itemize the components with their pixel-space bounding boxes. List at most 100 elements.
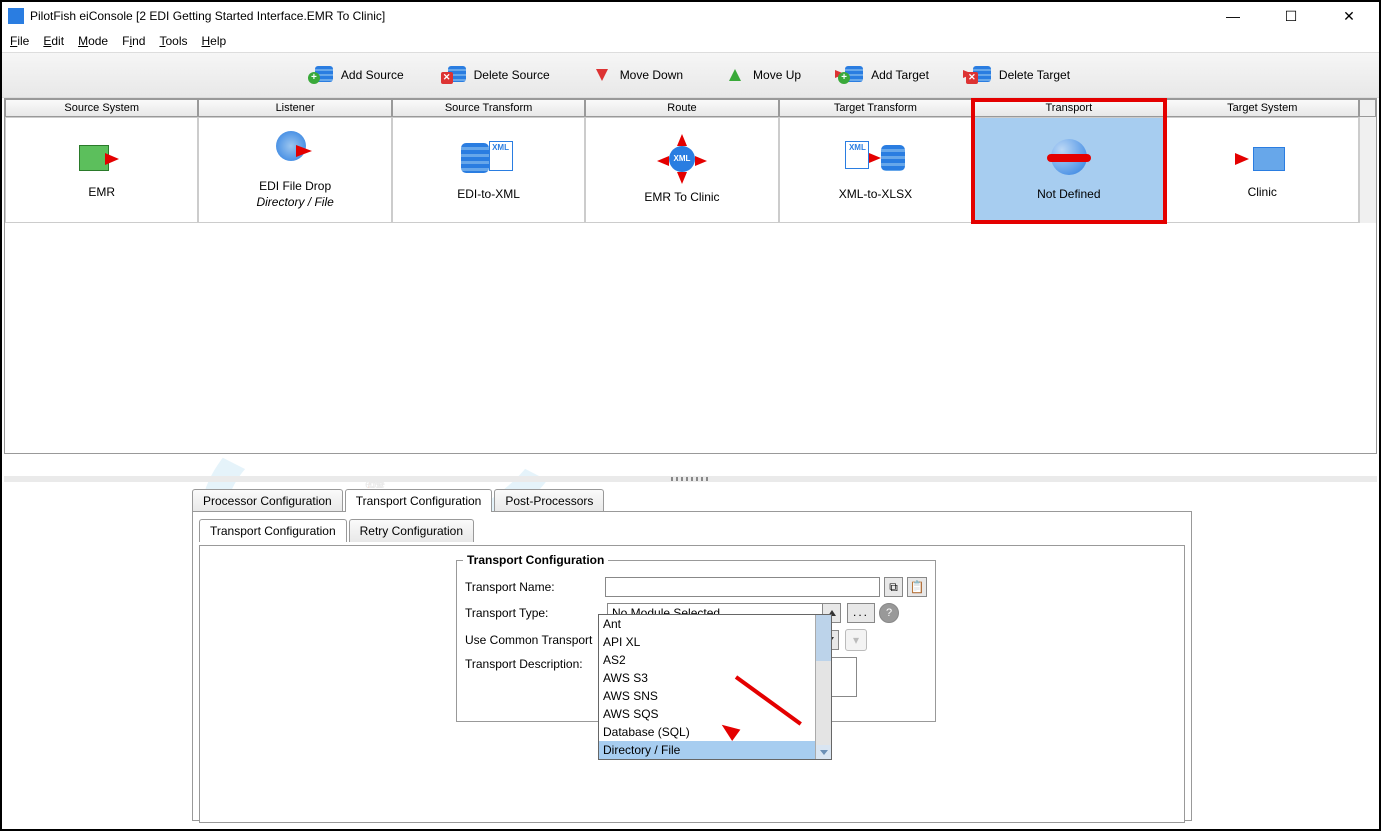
dropdown-item-aws-s3[interactable]: AWS S3 bbox=[599, 669, 815, 687]
delete-target-button[interactable]: ✕ Delete Target bbox=[963, 62, 1076, 88]
stage-row: EMR EDI File Drop Directory / File XML E… bbox=[5, 117, 1376, 223]
stage-headers: Source System Listener Source Transform … bbox=[5, 99, 1376, 117]
stage-header-listener[interactable]: Listener bbox=[198, 99, 391, 117]
stage-header-target-system[interactable]: Target System bbox=[1166, 99, 1359, 117]
add-source-label: Add Source bbox=[341, 68, 404, 82]
menu-edit[interactable]: Edit bbox=[43, 34, 64, 48]
scroll-gutter-top bbox=[1359, 99, 1376, 117]
chevron-down-icon: ▾ bbox=[853, 633, 859, 647]
stage-target-system[interactable]: Clinic bbox=[1166, 117, 1359, 223]
tab-post-processors[interactable]: Post-Processors bbox=[494, 489, 604, 512]
subtab-retry-config[interactable]: Retry Configuration bbox=[349, 519, 474, 542]
stage-header-source-system[interactable]: Source System bbox=[5, 99, 198, 117]
stage-header-route[interactable]: Route bbox=[585, 99, 778, 117]
scrollbar-down-button[interactable] bbox=[816, 745, 831, 759]
top-tab-row: Processor Configuration Transport Config… bbox=[192, 488, 1192, 512]
db-plus-icon: + bbox=[311, 66, 335, 84]
fieldset-legend: Transport Configuration bbox=[463, 553, 608, 567]
scrollbar-thumb[interactable] bbox=[816, 615, 831, 661]
browse-button[interactable]: ... bbox=[847, 603, 875, 623]
target-system-icon bbox=[1235, 141, 1289, 177]
stage-transport[interactable]: Not Defined bbox=[972, 117, 1165, 223]
transport-type-dropdown: Ant API XL AS2 AWS S3 AWS SNS AWS SQS Da… bbox=[598, 614, 832, 760]
tab-transport-config[interactable]: Transport Configuration bbox=[345, 489, 493, 512]
toolbar: + Add Source ✕ Delete Source Move Down M… bbox=[2, 52, 1379, 98]
app-icon bbox=[8, 8, 24, 24]
delete-source-label: Delete Source bbox=[474, 68, 550, 82]
stage-source-system-label: EMR bbox=[88, 185, 115, 199]
copy-icon: ⧉ bbox=[889, 580, 898, 595]
stage-listener-sublabel: Directory / File bbox=[256, 195, 333, 209]
delete-target-label: Delete Target bbox=[999, 68, 1070, 82]
menu-bar: File Edit Mode Find Tools Help bbox=[2, 30, 1379, 52]
arrow-down-icon bbox=[590, 66, 614, 84]
dropdown-item-aws-sns[interactable]: AWS SNS bbox=[599, 687, 815, 705]
move-up-button[interactable]: Move Up bbox=[717, 62, 807, 88]
help-button[interactable]: ? bbox=[879, 603, 899, 623]
dropdown-items: Ant API XL AS2 AWS S3 AWS SNS AWS SQS Da… bbox=[599, 615, 815, 759]
transport-name-label: Transport Name: bbox=[465, 580, 605, 594]
paste-icon: 📋 bbox=[910, 580, 925, 594]
stage-scrollbar[interactable] bbox=[1359, 117, 1376, 223]
tab-processor-config[interactable]: Processor Configuration bbox=[192, 489, 343, 512]
move-down-button[interactable]: Move Down bbox=[584, 62, 689, 88]
minimize-button[interactable]: — bbox=[1213, 8, 1253, 25]
transport-description-label: Transport Description: bbox=[465, 657, 607, 671]
add-target-button[interactable]: + Add Target bbox=[835, 62, 935, 88]
transport-name-input[interactable] bbox=[605, 577, 880, 597]
stage-listener-label: EDI File Drop bbox=[259, 179, 331, 193]
arrow-up-icon bbox=[723, 66, 747, 84]
menu-tools[interactable]: Tools bbox=[159, 34, 187, 48]
horizontal-splitter[interactable] bbox=[4, 476, 1377, 482]
title-bar: PilotFish eiConsole [2 EDI Getting Start… bbox=[2, 2, 1379, 30]
dropdown-scrollbar[interactable] bbox=[815, 615, 831, 759]
stage-header-source-transform[interactable]: Source Transform bbox=[392, 99, 585, 117]
route-icon: XML bbox=[657, 136, 707, 182]
transport-type-label: Transport Type: bbox=[465, 606, 607, 620]
stage-area: Source System Listener Source Transform … bbox=[4, 98, 1377, 454]
delete-source-button[interactable]: ✕ Delete Source bbox=[438, 62, 556, 88]
transport-globe-icon bbox=[1047, 139, 1091, 179]
subtab-transport-config[interactable]: Transport Configuration bbox=[199, 519, 347, 542]
stage-route-label: EMR To Clinic bbox=[644, 190, 719, 204]
dropdown-item-directory-file[interactable]: Directory / File bbox=[599, 741, 815, 759]
common-transport-action-button[interactable]: ▾ bbox=[845, 629, 867, 651]
add-source-button[interactable]: + Add Source bbox=[305, 62, 410, 88]
sub-tab-row: Transport Configuration Retry Configurat… bbox=[199, 518, 1185, 542]
dropdown-item-database-sql[interactable]: Database (SQL) bbox=[599, 723, 815, 741]
window-title: PilotFish eiConsole [2 EDI Getting Start… bbox=[30, 9, 1213, 23]
menu-mode[interactable]: Mode bbox=[78, 34, 108, 48]
stage-source-transform-label: EDI-to-XML bbox=[457, 187, 520, 201]
stage-target-system-label: Clinic bbox=[1248, 185, 1277, 199]
menu-find[interactable]: Find bbox=[122, 34, 145, 48]
close-button[interactable]: ✕ bbox=[1329, 8, 1369, 25]
stage-source-transform[interactable]: XML EDI-to-XML bbox=[392, 117, 585, 223]
stage-source-system[interactable]: EMR bbox=[5, 117, 198, 223]
use-common-transport-label: Use Common Transport bbox=[465, 633, 607, 647]
move-up-label: Move Up bbox=[753, 68, 801, 82]
stage-header-transport[interactable]: Transport bbox=[972, 99, 1165, 117]
listener-globe-icon bbox=[272, 131, 318, 171]
move-down-label: Move Down bbox=[620, 68, 683, 82]
stage-target-transform[interactable]: XML XML-to-XLSX bbox=[779, 117, 972, 223]
db-plus-arrow-icon: + bbox=[841, 66, 865, 84]
emr-icon bbox=[79, 141, 125, 177]
menu-file[interactable]: File bbox=[10, 34, 29, 48]
copy-button[interactable]: ⧉ bbox=[884, 577, 904, 597]
dropdown-item-ant[interactable]: Ant bbox=[599, 615, 815, 633]
dropdown-item-aws-sqs[interactable]: AWS SQS bbox=[599, 705, 815, 723]
dropdown-item-api-xl[interactable]: API XL bbox=[599, 633, 815, 651]
stage-route[interactable]: XML EMR To Clinic bbox=[585, 117, 778, 223]
stage-listener[interactable]: EDI File Drop Directory / File bbox=[198, 117, 391, 223]
dropdown-item-as2[interactable]: AS2 bbox=[599, 651, 815, 669]
menu-help[interactable]: Help bbox=[201, 34, 226, 48]
stage-header-target-transform[interactable]: Target Transform bbox=[779, 99, 972, 117]
db-delete-icon: ✕ bbox=[444, 66, 468, 84]
stage-target-transform-label: XML-to-XLSX bbox=[839, 187, 912, 201]
maximize-button[interactable]: ☐ bbox=[1271, 8, 1311, 25]
db-to-xml-icon: XML bbox=[459, 139, 519, 179]
stage-transport-label: Not Defined bbox=[1037, 187, 1100, 201]
paste-button[interactable]: 📋 bbox=[907, 577, 927, 597]
add-target-label: Add Target bbox=[871, 68, 929, 82]
xml-to-db-icon: XML bbox=[843, 139, 907, 179]
